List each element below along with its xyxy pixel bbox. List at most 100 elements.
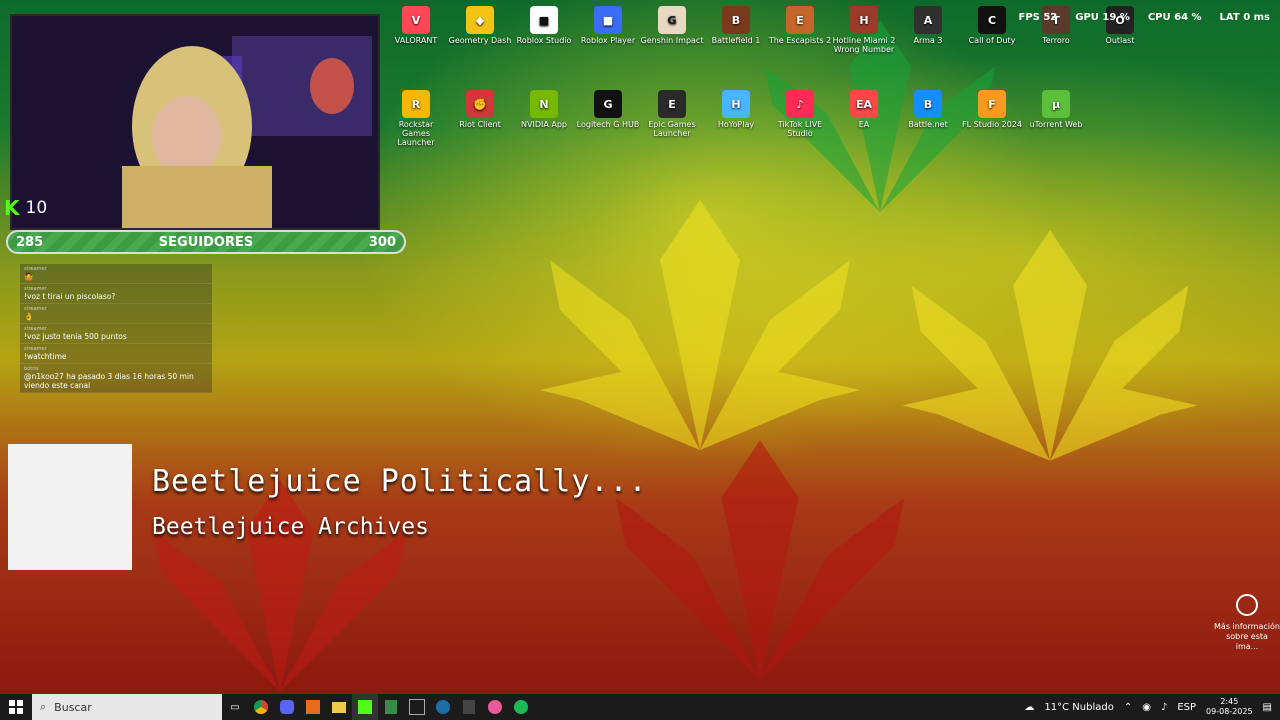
nvidia-app-icon: N [530,90,558,118]
desktop-icon-label: Battlefield 1 [711,36,761,45]
chat-text: !voz t tirai un piscolaso? [24,292,116,301]
chat-message: streamer !voz t tirai un piscolaso? [20,284,212,304]
the-escapists-2-icon: E [786,6,814,34]
desktop-icon-valorant[interactable]: V VALORANT [384,6,448,45]
chat-text: !voz justo tenia 500 puntos [24,332,127,341]
desktop-icon-ea[interactable]: EA EA [832,90,896,129]
chat-message: streamer !watchtime [20,344,212,364]
performance-overlay: FPS 52 GPU 19 % CPU 64 % LAT 0 ms [1018,12,1270,23]
app-icon-pink[interactable] [482,694,508,720]
valorant-icon: V [402,6,430,34]
desktop-icon-label: Genshin Impact [640,36,704,45]
wallpaper-info[interactable]: Más información sobre esta ima... [1214,594,1280,652]
chrome-icon[interactable] [248,694,274,720]
volume-icon[interactable]: ♪ [1161,702,1167,713]
chat-text: 👌 [24,312,34,321]
tiktok-live-studio-icon: ♪ [786,90,814,118]
desktop-icon-arma-3[interactable]: A Arma 3 [896,6,960,45]
battlefield-1-icon: B [722,6,750,34]
desktop-icon-utorrent-web[interactable]: µ uTorrent Web [1024,90,1088,129]
genshin-impact-icon: G [658,6,686,34]
kick-viewer-count: K 10 [4,196,48,220]
network-icon[interactable]: ◉ [1142,702,1151,713]
desktop-icon-fl-studio-2024[interactable]: F FL Studio 2024 [960,90,1024,129]
desktop-icon-label: TikTok LIVE Studio [777,120,823,138]
desktop-icon-label: Terroro [1042,36,1070,45]
taskbar-search[interactable]: ⌕ Buscar [32,694,222,720]
desktop-icon-epic-games-launcher[interactable]: E Epic Games Launcher [640,90,704,138]
app-icon-green[interactable] [378,694,404,720]
desktop-icon-label: uTorrent Web [1029,120,1083,129]
song-title: Beetlejuice Politically... [152,464,648,499]
chat-text: 🤷 [24,272,34,281]
desktop-icon-label: HoYoPlay [717,120,755,129]
arma-3-icon: A [914,6,942,34]
desktop-icon-roblox-studio[interactable]: ■ Roblox Studio [512,6,576,45]
leaf-decoration [615,440,905,681]
desktop-icon-the-escapists-2[interactable]: E The Escapists 2 [768,6,832,45]
leaf-decoration [153,480,407,692]
desktop-icon-nvidia-app[interactable]: N NVIDIA App [512,90,576,129]
file-explorer-icon[interactable] [326,694,352,720]
desktop-icon-logitech-g-hub[interactable]: G Logitech G HUB [576,90,640,129]
desktop-icon-battlefield-1[interactable]: B Battlefield 1 [704,6,768,45]
desktop-icon-label: Arma 3 [913,36,943,45]
desktop-icon-label: Rockstar Games Launcher [397,120,435,147]
desktop-icon-label: Epic Games Launcher [648,120,696,138]
taskbar: ⌕ Buscar ▭ ☁ 11°C Nublado ⌃ ◉ ♪ ESP 2:45… [0,694,1280,720]
epic-games-launcher-icon: E [658,90,686,118]
call-of-duty-icon: C [978,6,1006,34]
chat-message: streamer !voz justo tenia 500 puntos [20,324,212,344]
desktop-icon-roblox-player[interactable]: ■ Roblox Player [576,6,640,45]
follower-label: SEGUIDORES [158,234,254,250]
kick-icon: K [4,196,20,220]
fl-studio-2024-icon: F [978,90,1006,118]
desktop-icon-riot-client[interactable]: ✊ Riot Client [448,90,512,129]
album-art [8,444,132,570]
epic-games-icon[interactable] [456,694,482,720]
follower-current: 285 [16,234,44,250]
discord-icon[interactable] [274,694,300,720]
desktop-icon-rockstar-games-launcher[interactable]: R Rockstar Games Launcher [384,90,448,147]
chat-text: !watchtime [24,352,67,361]
spotify-icon[interactable] [508,694,534,720]
desktop-icon-call-of-duty[interactable]: C Call of Duty [960,6,1024,45]
desktop-icon-hotline-miami-2-wrong-number[interactable]: H Hotline Miami 2 Wrong Number [832,6,896,54]
roblox-player-icon: ■ [594,6,622,34]
song-artist: Beetlejuice Archives [152,514,429,540]
cloud-icon: ☁ [1024,701,1035,713]
windows-start-icon[interactable] [0,694,32,720]
webcam-image [12,16,378,228]
desktop-icon-label: FL Studio 2024 [962,120,1022,129]
cpu-stat: CPU 64 % [1147,12,1202,23]
notifications-icon[interactable]: ▤ [1263,702,1272,713]
search-icon: ⌕ [40,700,47,713]
desktop-icon-label: VALORANT [394,36,438,45]
hoyoplay-icon: H [722,90,750,118]
rockstar-games-launcher-icon: R [402,90,430,118]
language-indicator[interactable]: ESP [1177,702,1196,713]
weather-text[interactable]: 11°C Nublado [1044,702,1113,713]
kick-app-icon[interactable] [352,694,378,720]
desktop-icon-label: Battle.net [908,120,948,129]
fps-stat: FPS 52 [1018,12,1058,23]
webcam-feed [10,14,380,230]
follower-goal: 300 [368,234,396,250]
latency-stat: LAT 0 ms [1219,12,1270,23]
desktop-icon-hoyoplay[interactable]: H HoYoPlay [704,90,768,129]
system-tray: ☁ 11°C Nublado ⌃ ◉ ♪ ESP 2:45 09-08-2025… [1024,694,1280,720]
task-view-icon[interactable]: ▭ [222,694,248,720]
chat-overlay: streamer 🤷 streamer !voz t tirai un piscola… [20,264,212,393]
app-icon-dark[interactable] [404,694,430,720]
desktop-icon-geometry-dash[interactable]: ◆ Geometry Dash [448,6,512,45]
desktop-icon-genshin-impact[interactable]: G Genshin Impact [640,6,704,45]
geometry-dash-icon: ◆ [466,6,494,34]
desktop-icon-label: Hotline Miami 2 Wrong Number [832,36,896,54]
app-icon-orange[interactable] [300,694,326,720]
chat-text: @n1koo27 ha pasado 3 dias 16 horas 50 mi… [24,372,194,390]
desktop-icon-battle-net[interactable]: B Battle.net [896,90,960,129]
clock[interactable]: 2:45 09-08-2025 [1206,697,1253,717]
desktop-icon-tiktok-live-studio[interactable]: ♪ TikTok LIVE Studio [768,90,832,138]
chevron-up-icon[interactable]: ⌃ [1124,702,1132,713]
steam-icon[interactable] [430,694,456,720]
